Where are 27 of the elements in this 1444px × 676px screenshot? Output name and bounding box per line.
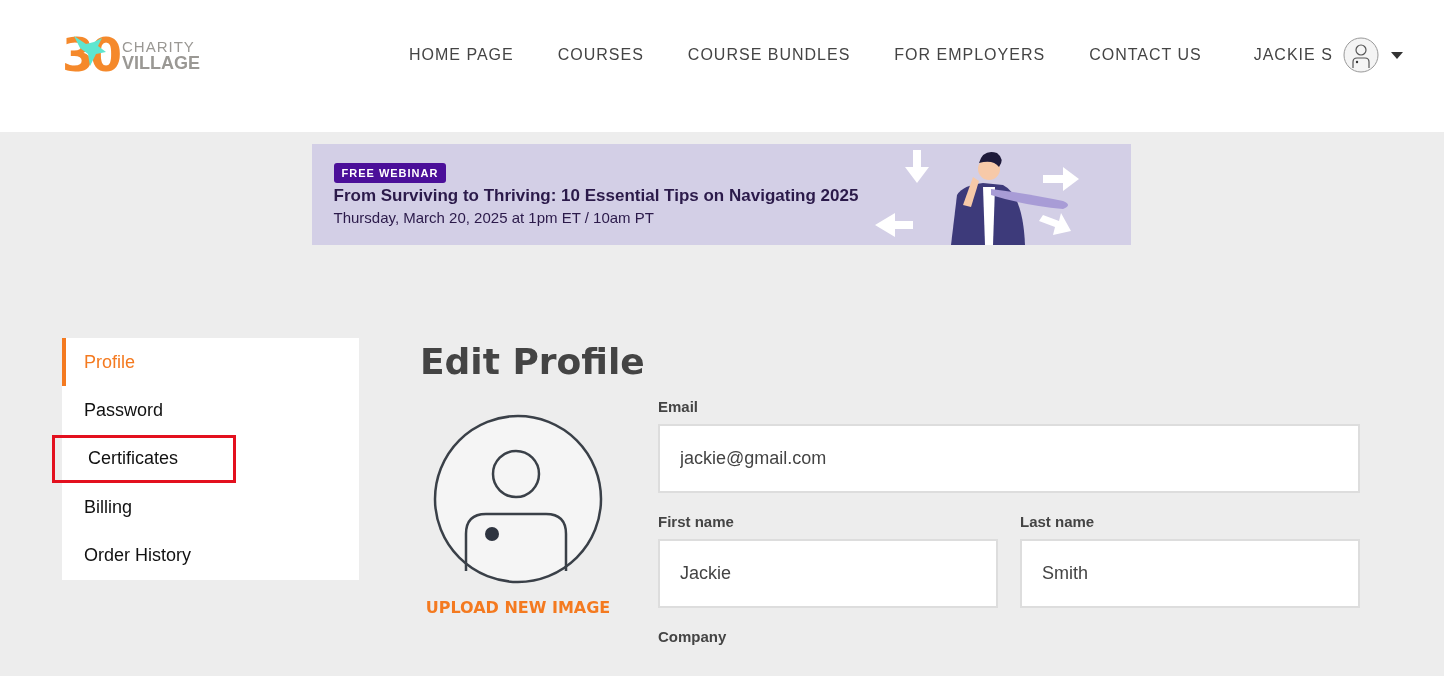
- nav-link[interactable]: HOME PAGE: [409, 46, 514, 64]
- field-label: First name: [658, 513, 735, 530]
- sidebar-item[interactable]: Password: [62, 386, 359, 435]
- sidebar-item[interactable]: Certificates: [52, 434, 236, 484]
- sidebar-item[interactable]: Order History: [62, 531, 359, 580]
- email-field[interactable]: jackie@gmail.com: [658, 424, 1360, 493]
- webinar-badge: FREE WEBINAR: [333, 163, 447, 183]
- sidebar-item[interactable]: Billing: [62, 483, 359, 532]
- caret-icon[interactable]: [1390, 51, 1403, 59]
- nav-link[interactable]: FOR EMPLOYERS: [894, 46, 1046, 64]
- field-label: Last name: [1020, 513, 1096, 530]
- nav-link[interactable]: COURSES: [557, 46, 644, 64]
- avatar-placeholder-icon: [433, 414, 603, 584]
- field-label: Email: [658, 398, 700, 415]
- banner-title: From Surviving to Thriving: 10 Essential Tips on Navigating 2025: [333, 186, 859, 206]
- field-label: Company: [658, 628, 728, 645]
- webinar-banner[interactable]: FREE WEBINAR From Surviving to Thriving: 10 Essential Tips on Navigating 2025 Thursday, March 20, 2025 at 1pm ET / 10am PT: [311, 144, 1131, 245]
- user-name[interactable]: JACKIE S: [1253, 46, 1333, 64]
- banner-date: Thursday, March 20, 2025 at 1pm ET / 10am PT: [333, 209, 654, 226]
- nav-link[interactable]: COURSE BUNDLES: [687, 46, 851, 64]
- nav-link[interactable]: CONTACT US: [1089, 46, 1202, 64]
- avatar-icon[interactable]: [1342, 37, 1379, 73]
- logo-text: VILLAGE: [122, 53, 201, 72]
- first-name-field[interactable]: Jackie: [658, 539, 998, 608]
- page-heading: Edit Profile: [420, 340, 646, 384]
- logo-text: CHARITY: [122, 38, 196, 54]
- last-name-field[interactable]: Smith: [1020, 539, 1360, 608]
